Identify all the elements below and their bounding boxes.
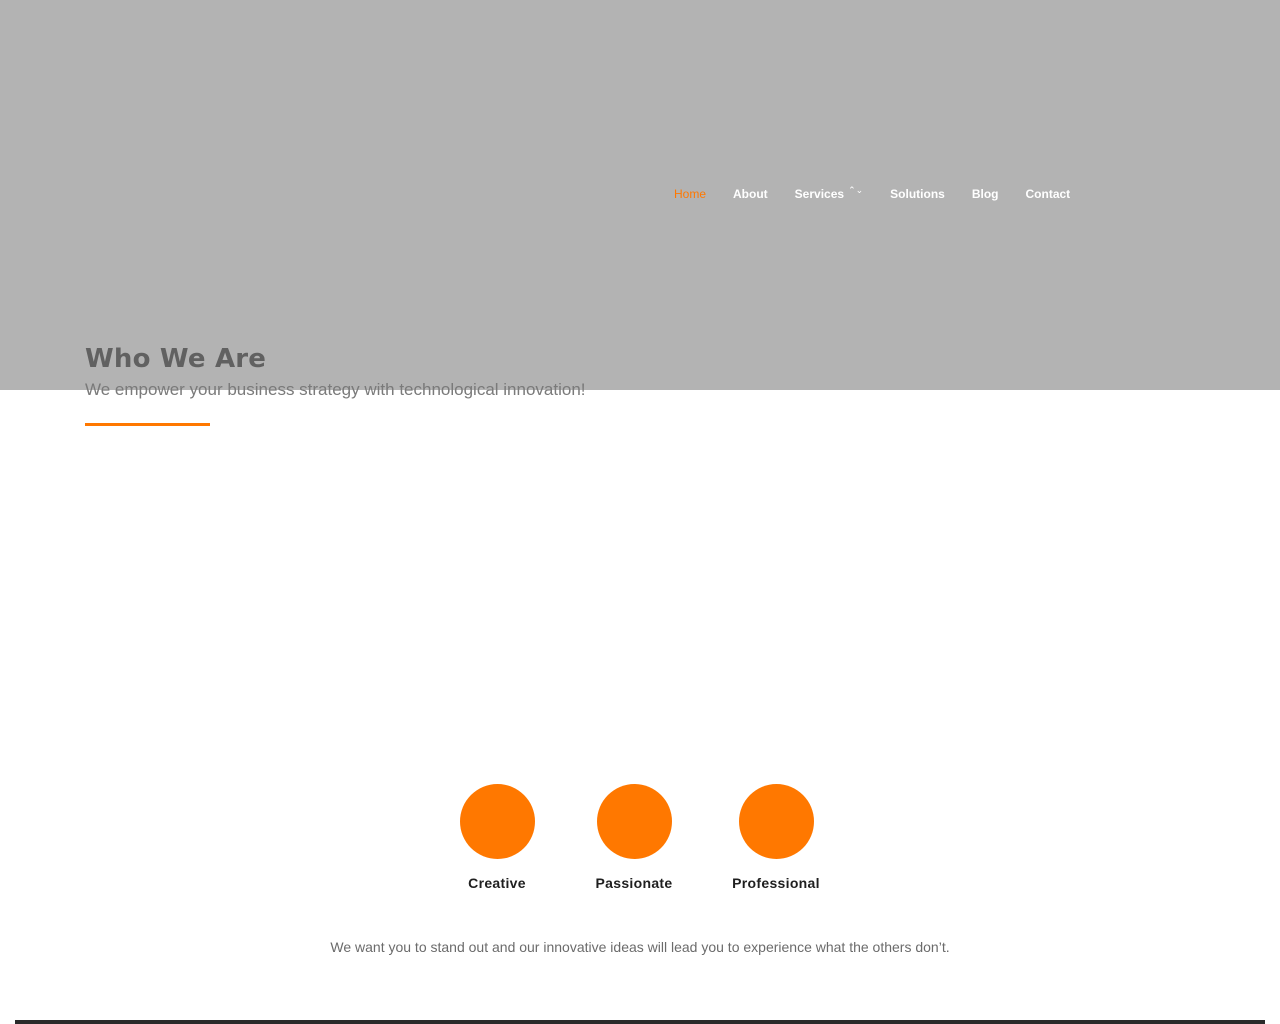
nav-item-services-label: Services (794, 187, 845, 201)
feature-label: Creative (468, 875, 526, 891)
title-underline (85, 423, 210, 426)
feature-circle-icon (596, 784, 672, 859)
feature-passionate: Passionate (564, 784, 704, 891)
feature-professional: Professional (706, 784, 846, 891)
feature-circle-icon (459, 784, 535, 859)
feature-circle-icon (738, 784, 814, 859)
nav-item-about[interactable]: About (733, 187, 768, 201)
feature-label: Passionate (595, 875, 673, 891)
hero-banner (0, 0, 1280, 390)
section-title: Who We Are (85, 344, 267, 374)
section-subtitle: We empower your business strategy with t… (85, 380, 586, 399)
nav-item-home[interactable]: Home (674, 187, 706, 201)
main-nav: Home About Services ⌃⌄ Solutions Blog Co… (674, 184, 1071, 202)
tagline: We want you to stand out and our innovat… (330, 939, 950, 955)
nav-item-services[interactable]: Services ⌃⌄ (794, 184, 864, 202)
feature-label: Professional (732, 875, 820, 891)
nav-item-contact[interactable]: Contact (1026, 187, 1071, 201)
nav-item-blog[interactable]: Blog (972, 187, 999, 201)
feature-creative: Creative (427, 784, 567, 891)
chevron-down-icon: ⌃⌄ (848, 184, 864, 195)
nav-item-solutions[interactable]: Solutions (890, 187, 945, 201)
footer-bar (15, 1020, 1265, 1024)
